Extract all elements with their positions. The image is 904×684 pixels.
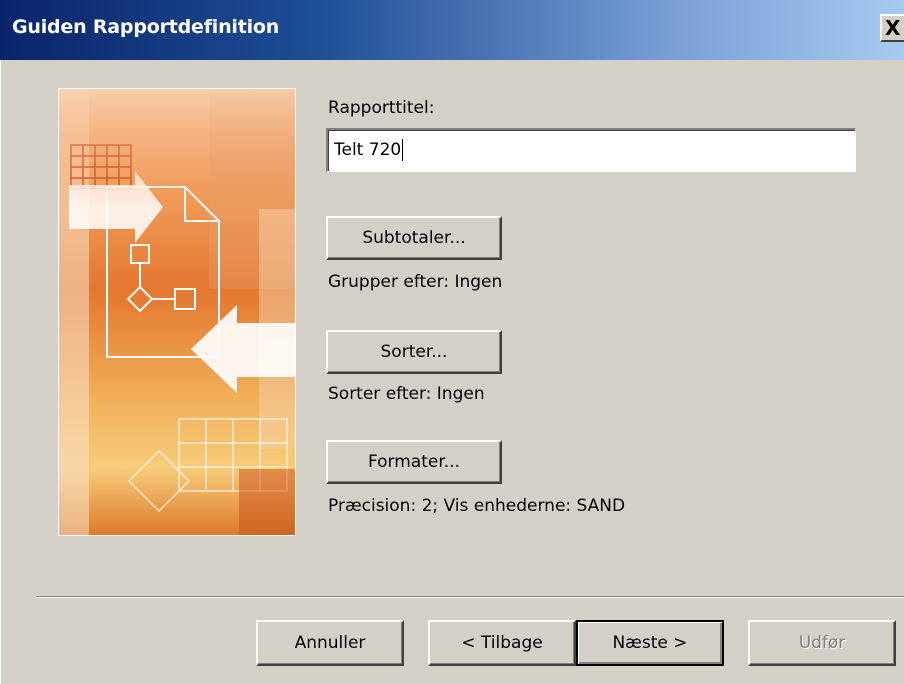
sort-button[interactable]: Sorter...: [326, 330, 502, 374]
footer-separator-highlight: [36, 597, 904, 598]
title-bar: Guiden Rapportdefinition X: [0, 0, 904, 60]
report-title-value: Telt 720: [334, 140, 402, 160]
back-button[interactable]: < Tilbage: [428, 620, 576, 666]
close-icon: X: [885, 16, 901, 40]
report-title-input[interactable]: Telt 720: [326, 128, 856, 172]
format-text: Præcision: 2; Vis enhederne: SAND: [328, 496, 626, 516]
subtotals-button[interactable]: Subtotaler...: [326, 216, 502, 260]
dialog-left-edge: [0, 60, 8, 684]
format-button[interactable]: Formater...: [326, 440, 502, 484]
window-title: Guiden Rapportdefinition: [12, 16, 280, 38]
report-title-label: Rapporttitel:: [328, 98, 435, 118]
next-button[interactable]: Næste >: [576, 620, 724, 666]
cancel-button[interactable]: Annuller: [256, 620, 404, 666]
group-by-text: Grupper efter: Ingen: [328, 272, 503, 292]
wizard-illustration: [58, 88, 296, 536]
close-button[interactable]: X: [880, 14, 904, 42]
sort-by-text: Sorter efter: Ingen: [328, 384, 485, 404]
text-caret: [402, 139, 404, 161]
finish-button: Udfør: [748, 620, 896, 666]
